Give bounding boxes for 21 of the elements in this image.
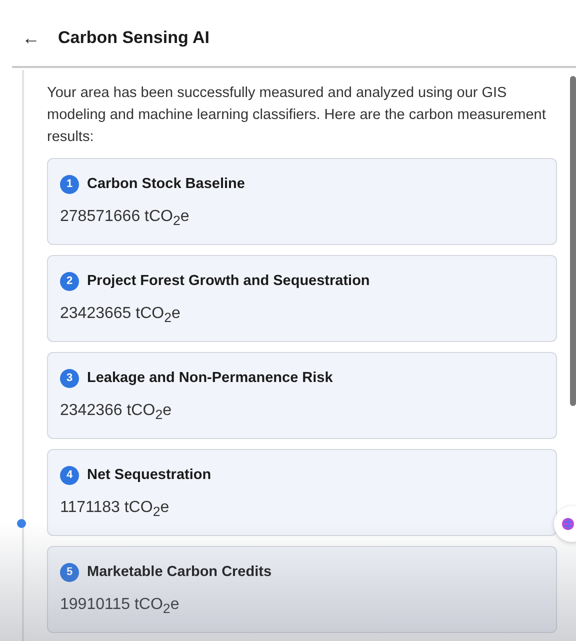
result-title: Project Forest Growth and Sequestration [87, 273, 370, 290]
timeline-dot [17, 519, 26, 528]
brain-icon [560, 516, 576, 532]
step-number: 3 [60, 368, 79, 388]
result-value: 2342366 tCO$_{2}$e [60, 402, 173, 422]
result-value: 19910115 tCO$_{2}$e [60, 596, 180, 616]
chat-title: Carbon Sensing AI [58, 28, 210, 48]
back-arrow-icon[interactable]: ← [22, 28, 44, 48]
result-title: Leakage and Non-Permanence Risk [87, 370, 333, 386]
step-number: 2 [60, 272, 79, 291]
result-title: Marketable Carbon Credits [87, 564, 272, 580]
step-number: 1 [60, 174, 79, 194]
step-number: 4 [60, 466, 79, 485]
result-title: Net Sequestration [87, 467, 212, 484]
step-number: 5 [60, 562, 79, 582]
result-value: 23423665 tCO$_{2}$e [60, 304, 182, 326]
scrollbar[interactable] [570, 76, 576, 406]
result-value: 278571666 tCO$_{2}$e [60, 208, 190, 228]
result-title: Carbon Stock Baseline [87, 176, 245, 192]
result-value: 1171183 tCO$_{2}$e [60, 498, 170, 520]
intro-message: Your area has been successfully measured and analyzed using our GIS modeling and machine learning classifiers. Here are the carbon measurement results: [47, 84, 547, 147]
